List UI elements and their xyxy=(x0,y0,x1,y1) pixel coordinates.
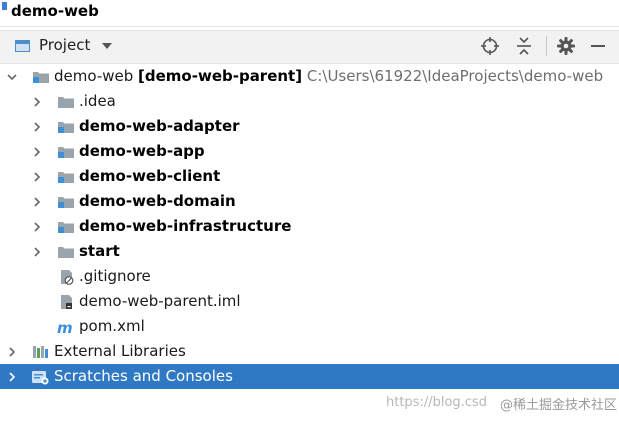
chevron-right-icon[interactable] xyxy=(32,147,42,157)
root-name: demo-web xyxy=(54,67,134,85)
root-module: [demo-web-parent] xyxy=(138,67,303,85)
chevron-right-icon[interactable] xyxy=(7,372,17,382)
tree-row-file[interactable]: demo-web-parent.iml xyxy=(0,289,619,314)
module-folder-icon xyxy=(58,172,74,183)
tree-row-idea[interactable]: .idea xyxy=(0,89,619,114)
project-view-icon xyxy=(15,40,30,52)
tree-item-label: Scratches and Consoles xyxy=(54,367,233,385)
tree-item-label: demo-web-client xyxy=(79,167,221,185)
chevron-right-icon[interactable] xyxy=(32,172,42,182)
iml-file-icon xyxy=(61,295,72,309)
tree-item-label: demo-web-adapter xyxy=(79,117,240,135)
tree-item-label: demo-web-domain xyxy=(79,192,236,210)
tree-item-label: .idea xyxy=(79,92,116,110)
chevron-down-icon[interactable] xyxy=(7,72,17,82)
root-path: C:\Users\61922\IdeaProjects\demo-web xyxy=(306,67,604,85)
tree-item-label: start xyxy=(79,242,120,260)
chevron-right-icon[interactable] xyxy=(32,122,42,132)
maven-icon: m xyxy=(57,319,73,335)
tree-row-external-libraries[interactable]: External Libraries xyxy=(0,339,619,364)
tree-row-file[interactable]: .gitignore xyxy=(0,264,619,289)
ignore-file-icon xyxy=(61,270,74,285)
tree-item-label: .gitignore xyxy=(79,267,151,285)
window-title: demo-web xyxy=(11,2,99,20)
project-tree: demo-web [demo-web-parent] C:\Users\6192… xyxy=(0,64,619,423)
module-folder-icon xyxy=(58,122,74,133)
tree-row-file[interactable]: m pom.xml xyxy=(0,314,619,339)
project-view-selector[interactable]: Project xyxy=(39,36,90,54)
chevron-right-icon[interactable] xyxy=(7,347,17,357)
chevron-right-icon[interactable] xyxy=(32,97,42,107)
tree-item-label: demo-web-app xyxy=(79,142,205,160)
chevron-right-icon[interactable] xyxy=(32,222,42,232)
tree-row-module[interactable]: demo-web-infrastructure xyxy=(0,214,619,239)
locate-icon[interactable] xyxy=(480,36,500,56)
chevron-down-icon[interactable] xyxy=(102,43,112,49)
gear-icon[interactable] xyxy=(556,36,576,56)
library-icon xyxy=(33,346,48,358)
tree-row-module[interactable]: demo-web-app xyxy=(0,139,619,164)
tree-row-module[interactable]: demo-web-adapter xyxy=(0,114,619,139)
title-bar: demo-web xyxy=(0,0,619,27)
tree-row-module[interactable]: demo-web-domain xyxy=(0,189,619,214)
watermark-site: @稀土掘金技术社区 xyxy=(500,398,618,413)
chevron-right-icon[interactable] xyxy=(32,247,42,257)
tree-item-label: demo-web-parent.iml xyxy=(79,292,241,310)
collapse-all-icon[interactable] xyxy=(514,36,534,56)
module-folder-icon xyxy=(58,147,74,158)
app-icon xyxy=(2,2,7,10)
minimize-icon[interactable] xyxy=(588,36,608,56)
tree-row-module[interactable]: start xyxy=(0,239,619,264)
watermark-url: https://blog.csd xyxy=(386,395,487,410)
tree-item-label: External Libraries xyxy=(54,342,186,360)
module-folder-icon xyxy=(58,222,74,233)
tree-row-module[interactable]: demo-web-client xyxy=(0,164,619,189)
module-folder-icon xyxy=(58,197,74,208)
tree-row-scratches[interactable]: Scratches and Consoles xyxy=(0,364,619,389)
toolbar-separator xyxy=(546,36,547,56)
module-folder-icon xyxy=(33,72,49,83)
tree-root-label: demo-web [demo-web-parent] C:\Users\6192… xyxy=(54,67,603,85)
scratches-icon xyxy=(32,371,49,385)
tree-item-label: pom.xml xyxy=(79,317,145,335)
tree-row-root[interactable]: demo-web [demo-web-parent] C:\Users\6192… xyxy=(0,64,619,89)
chevron-right-icon[interactable] xyxy=(32,197,42,207)
folder-icon xyxy=(58,97,74,108)
svg-text:m: m xyxy=(57,319,73,335)
folder-icon xyxy=(58,247,74,258)
tree-item-label: demo-web-infrastructure xyxy=(79,217,292,235)
